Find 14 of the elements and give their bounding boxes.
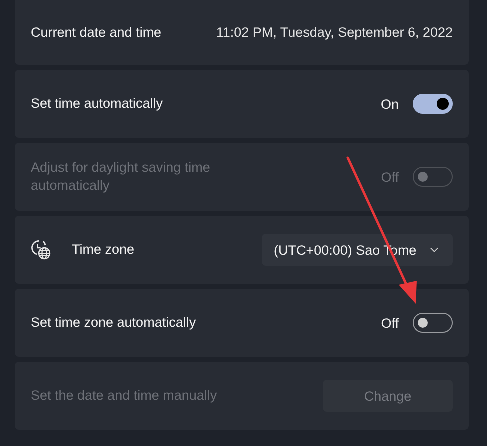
toggle-switch[interactable] (413, 313, 453, 333)
toggle-state-text: Off (381, 316, 399, 330)
clock-globe-icon (31, 240, 51, 260)
setting-label: Time zone (72, 241, 135, 259)
date-time-value: 11:02 PM, Tuesday, September 6, 2022 (216, 25, 453, 40)
chevron-down-icon (430, 247, 439, 253)
setting-label: Set the date and time manually (31, 387, 218, 405)
setting-label: Adjust for daylight saving time automatically (31, 159, 212, 195)
toggle-state-text: Off (381, 170, 399, 184)
setting-label: Set time automatically (31, 95, 164, 113)
toggle-state-text: On (380, 96, 399, 112)
toggle-switch[interactable] (413, 94, 453, 114)
setting-label: Current date and time (31, 24, 162, 42)
setting-label: Set time zone automatically (31, 314, 196, 332)
